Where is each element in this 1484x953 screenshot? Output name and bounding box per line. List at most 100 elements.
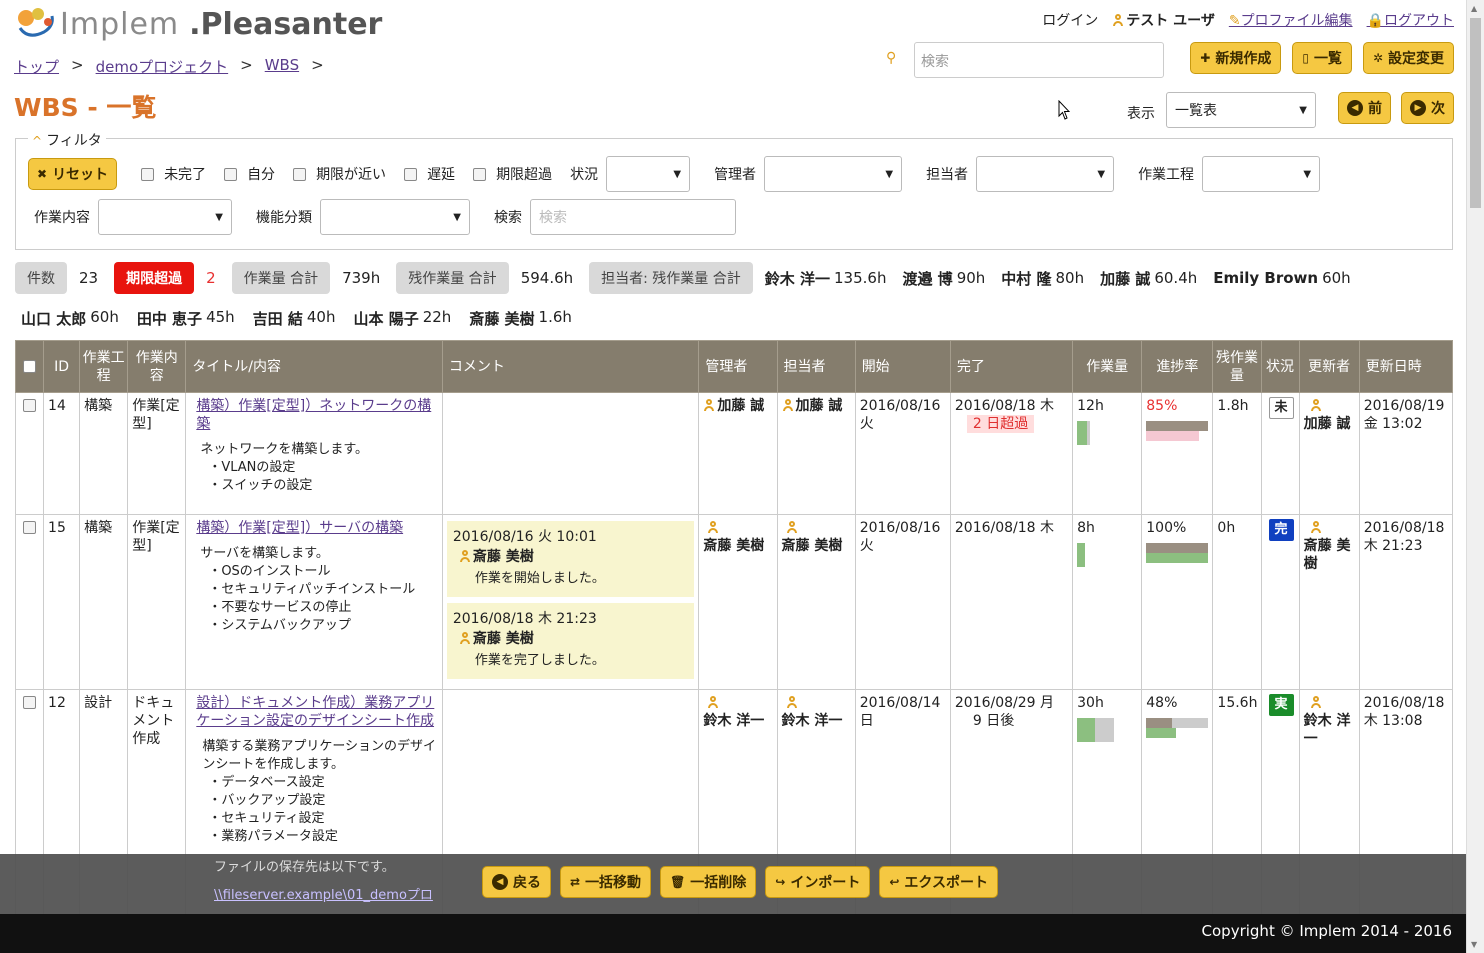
near-deadline-checkbox[interactable] — [293, 167, 307, 181]
row-title-link[interactable]: 構築）作業[定型]）ネットワークの構築 — [196, 397, 438, 433]
desc-line: ・データベース設定 — [208, 775, 325, 790]
user-icon — [703, 399, 715, 411]
chevron-down-icon: ▼ — [885, 168, 894, 180]
manager-select[interactable]: ▼ — [764, 156, 903, 192]
row-select[interactable] — [14, 392, 45, 515]
cell-content: 作業[定型] — [127, 392, 187, 515]
desc-line: ・システムバックアップ — [208, 618, 351, 633]
function-select[interactable]: ▼ — [320, 199, 470, 235]
prev-button[interactable]: ◀ 前 — [1338, 92, 1391, 124]
col-updater[interactable]: 更新者 — [1298, 340, 1360, 393]
row-checkbox[interactable] — [23, 696, 37, 709]
owner-select[interactable]: ▼ — [976, 156, 1115, 192]
col-end[interactable]: 完了 — [949, 340, 1074, 393]
row-title-link[interactable]: 設計）ドキュメント作成）業務アプリケーション設定のデザインシート作成 — [196, 694, 438, 730]
bulk-delete-button[interactable]: 🗑 一括削除 — [660, 866, 757, 898]
select-all-header[interactable] — [14, 340, 45, 393]
scrollbar-thumb[interactable] — [1470, 18, 1481, 208]
cell-remain: 1.8h — [1212, 392, 1262, 515]
scroll-down-icon[interactable]: ▼ — [1471, 940, 1477, 949]
col-progress[interactable]: 進捗率 — [1141, 340, 1214, 393]
table-row[interactable]: 14 構築 作業[定型] 構築）作業[定型]）ネットワークの構築 ネットワークを… — [14, 392, 1454, 515]
import-icon: ↪ — [775, 875, 786, 889]
cell-end: 2016/08/18 木2 日超過 — [949, 392, 1074, 515]
back-button[interactable]: ◀ 戻る — [482, 866, 551, 898]
filter-row-2: 作業内容 ▼ 機能分類 ▼ 検索 検索 — [34, 199, 736, 235]
col-comment[interactable]: コメント — [441, 340, 700, 393]
col-status[interactable]: 状況 — [1260, 340, 1300, 393]
col-owner[interactable]: 担当者 — [776, 340, 856, 393]
file-path-link[interactable]: \\fileserver.example\01_demoプロ — [214, 886, 433, 906]
next-button[interactable]: ▶ 次 — [1401, 92, 1454, 124]
chevron-down-icon: ▼ — [673, 168, 682, 180]
status-select[interactable]: ▼ — [606, 156, 691, 192]
scroll-up-icon[interactable]: ▲ — [1471, 4, 1477, 13]
list-button[interactable]: ▯ 一覧 — [1292, 42, 1352, 74]
bulk-move-button[interactable]: ⇄ 一括移動 — [560, 866, 652, 898]
col-start[interactable]: 開始 — [854, 340, 951, 393]
col-manager[interactable]: 管理者 — [698, 340, 778, 393]
caret-up-icon: ^ — [32, 134, 43, 148]
vertical-scrollbar[interactable]: ▲ ▼ — [1466, 0, 1484, 953]
updater-name: 斎藤 美樹 — [1303, 538, 1351, 572]
col-work[interactable]: 作業量 — [1072, 340, 1143, 393]
work-total-tag: 作業量 合計 — [231, 262, 331, 294]
row-checkbox[interactable] — [23, 399, 37, 412]
new-button[interactable]: ✚ 新規作成 — [1190, 42, 1282, 74]
delay-checkbox[interactable] — [404, 167, 418, 181]
mine-checkbox[interactable] — [224, 167, 238, 181]
select-all-checkbox[interactable] — [23, 359, 37, 373]
breadcrumb-wbs[interactable]: WBS — [265, 56, 299, 77]
owner-hours: 40h — [306, 308, 336, 326]
breadcrumb-sep: > — [240, 56, 253, 74]
content-select[interactable]: ▼ — [98, 199, 232, 235]
row-title-link[interactable]: 構築）作業[定型]）サーバの構築 — [196, 519, 438, 537]
table-row[interactable]: 15 構築 作業[定型] 構築）作業[定型]）サーバの構築 サーバを構築します。… — [14, 514, 1454, 690]
copyright: Copyright © Implem 2014 - 2016 — [0, 914, 1466, 953]
export-button[interactable]: ↩ エクスポート — [879, 866, 999, 898]
owner-name: 山本 陽子 — [353, 310, 419, 328]
view-label: 表示 — [1127, 106, 1155, 122]
filter-search-input[interactable]: 検索 — [530, 199, 736, 235]
owner-name: 鈴木 洋一 — [781, 713, 843, 729]
chevron-down-icon: ▼ — [1299, 104, 1307, 116]
breadcrumb-project[interactable]: demoプロジェクト — [96, 56, 229, 77]
col-updated[interactable]: 更新日時 — [1358, 340, 1454, 393]
reset-button[interactable]: ✖ リセット — [28, 158, 118, 190]
row-description: サーバを構築します。 ・OSのインストール ・セキュリティパッチインストール ・… — [200, 545, 438, 635]
col-process[interactable]: 作業工程 — [79, 340, 129, 393]
settings-button[interactable]: ✲ 設定変更 — [1362, 42, 1454, 74]
progress-value: 48% — [1146, 695, 1178, 711]
view-selected: 一覧表 — [1175, 103, 1217, 119]
back-label: 戻る — [513, 875, 541, 891]
profile-link[interactable]: ✎プロファイル編集 — [1229, 10, 1353, 30]
cell-title: 構築）作業[定型]）サーバの構築 サーバを構築します。 ・OSのインストール ・… — [185, 514, 443, 690]
row-select[interactable] — [14, 514, 45, 690]
login-label: ログイン — [1042, 13, 1099, 29]
process-select[interactable]: ▼ — [1202, 156, 1321, 192]
breadcrumb-top[interactable]: トップ — [14, 56, 59, 77]
app-logo[interactable]: Implem .Pleasanter — [14, 4, 382, 44]
user-icon — [707, 696, 719, 708]
col-id[interactable]: ID — [43, 340, 81, 393]
logout-link[interactable]: 🔒ログアウト — [1367, 10, 1454, 30]
filter-legend[interactable]: ^ フィルタ — [28, 130, 106, 150]
col-content[interactable]: 作業内容 — [127, 340, 187, 393]
plus-icon: ✚ — [1200, 51, 1211, 65]
col-title[interactable]: タイトル/内容 — [185, 340, 443, 393]
user-icon — [459, 632, 471, 644]
updater-name: 加藤 誠 — [1303, 416, 1351, 432]
import-button[interactable]: ↪ インポート — [765, 866, 871, 898]
search-input[interactable]: 検索 — [914, 42, 1164, 78]
filter-search-label: 検索 — [494, 210, 522, 226]
manager-filter-label: 管理者 — [714, 167, 757, 183]
desc-line: ・スイッチの設定 — [208, 478, 313, 493]
col-remain[interactable]: 残作業量 — [1212, 340, 1262, 393]
row-checkbox[interactable] — [23, 521, 37, 534]
view-select[interactable]: 一覧表 ▼ — [1166, 92, 1316, 128]
owner-name: Emily Brown — [1213, 269, 1319, 287]
overdue-tag: 期限超過 — [114, 262, 195, 294]
overdue-checkbox[interactable] — [473, 167, 487, 181]
incomplete-checkbox[interactable] — [141, 167, 155, 181]
search-icon: ⚲ — [886, 50, 897, 66]
